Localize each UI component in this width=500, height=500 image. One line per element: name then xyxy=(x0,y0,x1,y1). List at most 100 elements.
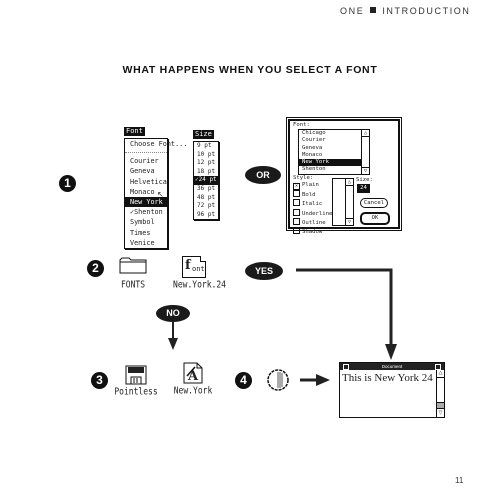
checkbox-icon xyxy=(293,208,300,216)
font-file-label: New.York.24 xyxy=(173,279,226,290)
font-list-item-selected[interactable]: New York xyxy=(299,159,369,167)
vertical-scrollbar[interactable]: △ ▽ xyxy=(436,370,444,417)
choose-font-dialog: Font: Chicago Courier Geneva Monaco New … xyxy=(286,117,402,235)
menu-item-size[interactable]: 48 pt xyxy=(194,194,218,203)
style-italic-checkbox[interactable]: Italic xyxy=(293,199,332,208)
running-header: ONE INTRODUCTION xyxy=(340,6,471,16)
style-options: ✕ Plain Bold Italic Underline Outline Sha… xyxy=(293,182,332,236)
style-option-label: Shadow xyxy=(302,229,323,236)
yes-badge: YES xyxy=(245,262,283,280)
font-menu-title[interactable]: Font xyxy=(124,127,145,136)
ok-button[interactable]: OK xyxy=(360,212,390,225)
style-shadow-checkbox[interactable]: Shadow xyxy=(293,227,332,236)
menu-item-size[interactable]: 96 pt xyxy=(194,211,218,220)
window-text-content[interactable]: This is New York 24 xyxy=(342,372,433,384)
menu-item-size[interactable]: 18 pt xyxy=(194,168,218,177)
no-badge: NO xyxy=(156,305,190,322)
step-3-badge: 3 xyxy=(91,372,108,389)
page-title: WHAT HAPPENS WHEN YOU SELECT A FONT xyxy=(122,64,378,76)
style-underline-checkbox[interactable]: Underline xyxy=(293,208,333,218)
font-file-new-york[interactable]: A New.York xyxy=(173,362,213,396)
checkbox-icon xyxy=(293,217,300,225)
step-1-badge: 1 xyxy=(59,175,76,192)
size-menu[interactable]: Size 9 pt 10 pt 12 pt 18 pt ✓24 pt 36 pt… xyxy=(193,123,219,221)
menu-item-font[interactable]: Times xyxy=(125,228,167,238)
style-outline-checkbox[interactable]: Outline xyxy=(293,217,332,227)
style-option-label: Underline xyxy=(302,210,333,217)
size-list[interactable]: △ ▽ xyxy=(332,178,354,226)
wristwatch-busy-icon xyxy=(267,369,289,391)
scroll-down-arrow-icon[interactable]: ▽ xyxy=(362,167,369,174)
checkbox-icon xyxy=(293,227,300,235)
menu-item-size[interactable]: 36 pt xyxy=(194,185,218,194)
step-2-badge: 2 xyxy=(87,260,104,277)
scroll-up-arrow-icon[interactable]: △ xyxy=(346,179,353,186)
font-list-item[interactable]: Shenton xyxy=(299,166,361,173)
menu-item-size[interactable]: 9 pt xyxy=(194,142,218,151)
font-list[interactable]: Chicago Courier Geneva Monaco New York S… xyxy=(298,129,370,175)
cursor-arrow-icon: ↖ xyxy=(157,190,164,199)
checkbox-checked-icon: ✕ xyxy=(293,183,300,190)
page-number: 11 xyxy=(455,476,464,485)
menu-item-font[interactable]: Geneva xyxy=(125,166,167,176)
menu-item-font[interactable]: Helvetica xyxy=(125,177,167,187)
style-option-label: Bold xyxy=(302,192,316,198)
checkbox-icon xyxy=(293,190,300,197)
style-label: Style: xyxy=(293,175,314,181)
chapter-label: ONE xyxy=(340,6,365,16)
page-corner-fold xyxy=(200,256,206,262)
font-list-item[interactable]: Geneva xyxy=(299,145,361,152)
size-menu-title[interactable]: Size xyxy=(193,130,214,139)
no-flow-arrow xyxy=(168,322,178,350)
menu-item-size-selected[interactable]: ✓24 pt xyxy=(194,176,218,185)
menu-separator xyxy=(125,152,167,154)
menu-item-font[interactable]: Symbol xyxy=(125,217,167,227)
scroll-down-arrow-icon[interactable]: ▽ xyxy=(437,410,444,417)
font-list-item[interactable]: Courier xyxy=(299,137,361,144)
size-list-scrollbar[interactable]: △ ▽ xyxy=(345,179,353,225)
window-title: Document xyxy=(381,364,403,369)
right-arrow-icon xyxy=(300,374,330,386)
font-file-new-york-24[interactable]: f ont New.York.24 xyxy=(173,256,226,290)
style-plain-checkbox[interactable]: ✕ Plain xyxy=(293,182,332,190)
checkbox-icon xyxy=(293,199,300,207)
font-list-scrollbar[interactable]: △ ▽ xyxy=(361,130,369,174)
menu-item-font[interactable]: Venice xyxy=(125,238,167,248)
font-menu[interactable]: Font Choose Font... Courier Geneva Helve… xyxy=(124,120,187,249)
svg-text:A: A xyxy=(187,369,199,384)
style-option-label: Italic xyxy=(302,201,323,208)
fonts-folder[interactable]: FONTS xyxy=(119,257,147,290)
square-bullet-icon xyxy=(370,7,377,13)
font-glyph-f: f xyxy=(185,258,191,273)
menu-item-size[interactable]: 72 pt xyxy=(194,202,218,211)
yes-flow-arrow xyxy=(296,268,397,360)
size-input[interactable]: 24 xyxy=(357,184,370,193)
disk-label: Pointless xyxy=(114,386,158,397)
or-badge: OR xyxy=(245,166,281,184)
font-suitcase-icon: f ont xyxy=(182,256,206,278)
menu-item-font[interactable]: Courier xyxy=(125,156,167,166)
font-file-label: New.York xyxy=(173,385,213,396)
floppy-disk-icon xyxy=(125,365,147,385)
disk-pointless[interactable]: Pointless xyxy=(114,365,158,397)
font-label: Font: xyxy=(293,122,310,128)
scroll-up-arrow-icon[interactable]: △ xyxy=(437,370,444,378)
menu-item-choose-font[interactable]: Choose Font... xyxy=(125,139,187,149)
menu-item-size[interactable]: 12 pt xyxy=(194,159,218,168)
scroll-up-arrow-icon[interactable]: △ xyxy=(362,130,369,137)
window-title-bar[interactable]: Document xyxy=(340,363,444,370)
folder-icon xyxy=(119,257,147,274)
font-list-item[interactable]: Monaco xyxy=(299,152,361,159)
menu-item-font[interactable]: ✓Shenton xyxy=(125,207,167,217)
font-glyph-label: ont xyxy=(192,265,205,273)
style-option-label: Plain xyxy=(302,182,319,188)
scroll-thumb[interactable] xyxy=(437,402,444,409)
cancel-button[interactable]: Cancel xyxy=(360,198,388,208)
menu-item-size[interactable]: 10 pt xyxy=(194,151,218,160)
style-option-label: Outline xyxy=(302,219,326,226)
document-window[interactable]: Document This is New York 24 △ ▽ xyxy=(339,362,445,418)
font-list-item[interactable]: Chicago xyxy=(299,130,361,137)
scroll-down-arrow-icon[interactable]: ▽ xyxy=(346,218,353,225)
folder-label: FONTS xyxy=(120,279,146,290)
style-bold-checkbox[interactable]: Bold xyxy=(293,190,332,199)
